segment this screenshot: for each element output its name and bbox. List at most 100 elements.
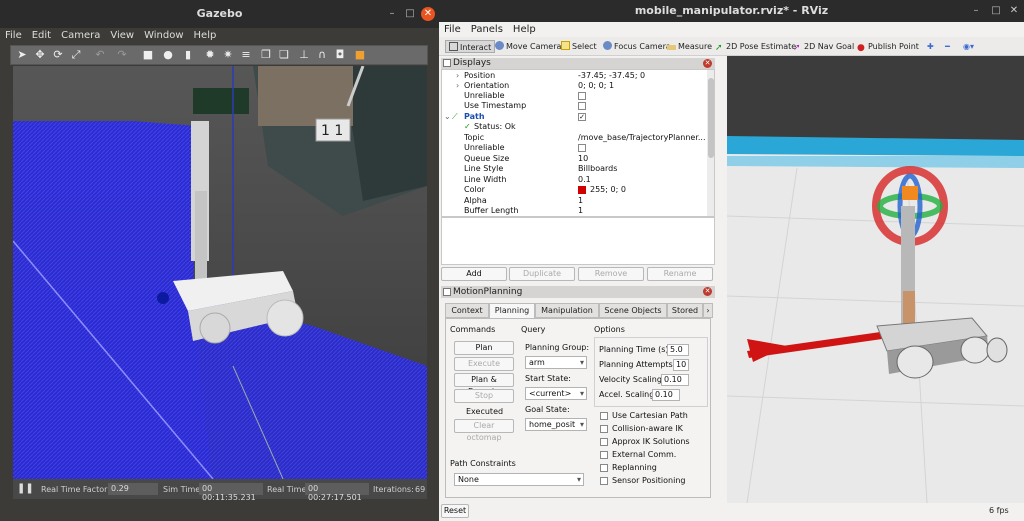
planning-group-select[interactable]: arm — [525, 356, 587, 369]
copy-icon[interactable]: ❐ — [259, 48, 273, 62]
tree-row[interactable]: Buffer Length 1 — [442, 206, 707, 216]
tool-select[interactable]: Select — [561, 40, 597, 53]
remove-tool-icon[interactable]: ━ — [945, 40, 950, 53]
tool-move-camera[interactable]: Move Camera — [495, 40, 561, 53]
tree-row[interactable]: Line Style Billboards — [442, 164, 707, 174]
planning-time-input[interactable]: 5.0 — [667, 344, 689, 356]
paste-icon[interactable]: ❏ — [277, 48, 291, 62]
menu-camera[interactable]: Camera — [56, 28, 105, 43]
menu-file[interactable]: File — [439, 22, 466, 37]
use-timestamp-checkbox[interactable] — [578, 102, 586, 110]
scale-icon[interactable]: ⤢ — [69, 48, 83, 62]
menu-edit[interactable]: Edit — [27, 28, 56, 43]
tab-stored[interactable]: Stored — [667, 303, 703, 318]
spot-light-icon[interactable]: ✷ — [221, 48, 235, 62]
duplicate-button[interactable]: Duplicate — [509, 267, 575, 281]
minimize-icon[interactable]: – — [969, 4, 983, 18]
menu-window[interactable]: Window — [139, 28, 188, 43]
goal-state-select[interactable]: home_posit — [525, 418, 587, 431]
unreliable-checkbox[interactable] — [578, 92, 586, 100]
snap-icon[interactable]: ∩ — [315, 48, 329, 62]
tree-row[interactable]: Topic/move_base/TrajectoryPlanner... — [442, 133, 707, 143]
tool-interact[interactable]: Interact — [445, 40, 496, 53]
tool-measure[interactable]: Measure — [667, 40, 712, 53]
menu-help[interactable]: Help — [508, 22, 541, 37]
panel-close-icon[interactable]: ✕ — [703, 287, 712, 296]
tree-row[interactable]: Line Width 0.1 — [442, 175, 707, 185]
tree-row[interactable]: Unreliable — [442, 91, 707, 101]
collision-aware-ik-checkbox[interactable] — [600, 425, 608, 433]
rviz-3d-viewport[interactable] — [727, 56, 1024, 503]
displays-scrollbar[interactable] — [707, 70, 714, 216]
displays-tree[interactable]: › Position -37.45; -37.45; 0 › Orientation 0… — [441, 69, 715, 217]
redo-icon[interactable]: ↷ — [115, 48, 129, 62]
use-cartesian-path-checkbox[interactable] — [600, 412, 608, 420]
tree-row[interactable]: › Position -37.45; -37.45; 0 — [442, 71, 707, 81]
rename-button[interactable]: Rename — [647, 267, 713, 281]
tab-context[interactable]: Context — [445, 303, 489, 318]
tool-2d-nav-goal[interactable]: ➚ 2D Nav Goal — [793, 40, 854, 53]
replanning-checkbox[interactable] — [600, 464, 608, 472]
plan-and-execute-button[interactable]: Plan & Execute — [454, 373, 514, 396]
start-state-select[interactable]: <current> — [525, 387, 587, 400]
reset-button[interactable]: Reset — [441, 504, 469, 518]
close-icon[interactable]: ✕ — [1007, 4, 1021, 18]
panel-close-icon[interactable]: ✕ — [703, 59, 712, 68]
tree-row[interactable]: Queue Size 10 — [442, 154, 707, 164]
execute-button[interactable]: Execute — [454, 357, 514, 371]
menu-panels[interactable]: Panels — [466, 22, 508, 37]
external-comm-checkbox[interactable] — [600, 451, 608, 459]
accel-scaling-input[interactable]: 0.10 — [652, 389, 680, 401]
rotate-icon[interactable]: ⟳ — [51, 48, 65, 62]
select-arrow-icon[interactable]: ➤ — [15, 48, 29, 62]
pause-icon[interactable]: ❚❚ — [17, 483, 34, 494]
path-constraints-select[interactable]: None — [454, 473, 584, 486]
remove-button[interactable]: Remove — [578, 267, 644, 281]
orange-box-icon[interactable]: ■ — [353, 48, 367, 62]
close-icon[interactable]: ✕ — [421, 7, 435, 21]
menu-view[interactable]: View — [105, 28, 139, 43]
stop-button[interactable]: Stop — [454, 389, 514, 403]
maximize-icon[interactable]: □ — [403, 7, 417, 21]
path-unreliable-checkbox[interactable] — [578, 144, 586, 152]
tree-row[interactable]: Alpha 1 — [442, 196, 707, 206]
path-enabled-checkbox[interactable]: ✓ — [578, 113, 586, 121]
cylinder-shape-icon[interactable]: ▮ — [181, 48, 195, 62]
tab-manipulation[interactable]: Manipulation — [535, 303, 599, 318]
menu-help[interactable]: Help — [189, 28, 222, 43]
tree-row-path[interactable]: ⌄ ⟋ Path ✓ — [442, 112, 707, 122]
add-button[interactable]: Add — [441, 267, 507, 281]
clear-octomap-button[interactable]: Clear octomap — [454, 419, 514, 442]
tool-properties-icon[interactable]: ◉▾ — [963, 40, 974, 53]
planning-attempts-input[interactable]: 10 — [673, 359, 689, 371]
tree-row[interactable]: Use Timestamp — [442, 101, 707, 111]
plan-button[interactable]: Plan — [454, 341, 514, 355]
gazebo-3d-viewport[interactable]: 1 1 — [13, 66, 427, 479]
tool-focus-camera[interactable]: Focus Camera — [603, 40, 671, 53]
box-shape-icon[interactable]: ■ — [141, 48, 155, 62]
maximize-icon[interactable]: □ — [989, 4, 1003, 18]
translate-icon[interactable]: ✥ — [33, 48, 47, 62]
sphere-shape-icon[interactable]: ● — [161, 48, 175, 62]
undo-icon[interactable]: ↶ — [93, 48, 107, 62]
tree-row[interactable]: Unreliable — [442, 143, 707, 153]
tab-scene-objects[interactable]: Scene Objects — [599, 303, 667, 318]
tab-planning[interactable]: Planning — [489, 303, 535, 318]
point-light-icon[interactable]: ✹ — [203, 48, 217, 62]
menu-file[interactable]: File — [0, 28, 27, 43]
add-tool-icon[interactable]: ✚ — [927, 40, 934, 53]
minimize-icon[interactable]: – — [385, 7, 399, 21]
scrollbar-thumb[interactable] — [708, 78, 714, 158]
directional-light-icon[interactable]: ≡ — [239, 48, 253, 62]
velocity-scaling-input[interactable]: 0.10 — [661, 374, 689, 386]
tool-2d-pose-estimate[interactable]: ➚ 2D Pose Estimate — [715, 40, 796, 53]
sensor-positioning-checkbox[interactable] — [600, 477, 608, 485]
approx-ik-checkbox[interactable] — [600, 438, 608, 446]
tree-row[interactable]: Color 255; 0; 0 — [442, 185, 707, 195]
tab-scroll-right-icon[interactable]: › — [703, 303, 713, 318]
color-swatch[interactable] — [578, 186, 586, 194]
tool-publish-point[interactable]: ● Publish Point — [857, 40, 919, 53]
tree-row[interactable]: › Orientation 0; 0; 0; 1 — [442, 81, 707, 91]
camera-icon[interactable]: ◘ — [333, 48, 347, 62]
align-icon[interactable]: ⊥ — [297, 48, 311, 62]
